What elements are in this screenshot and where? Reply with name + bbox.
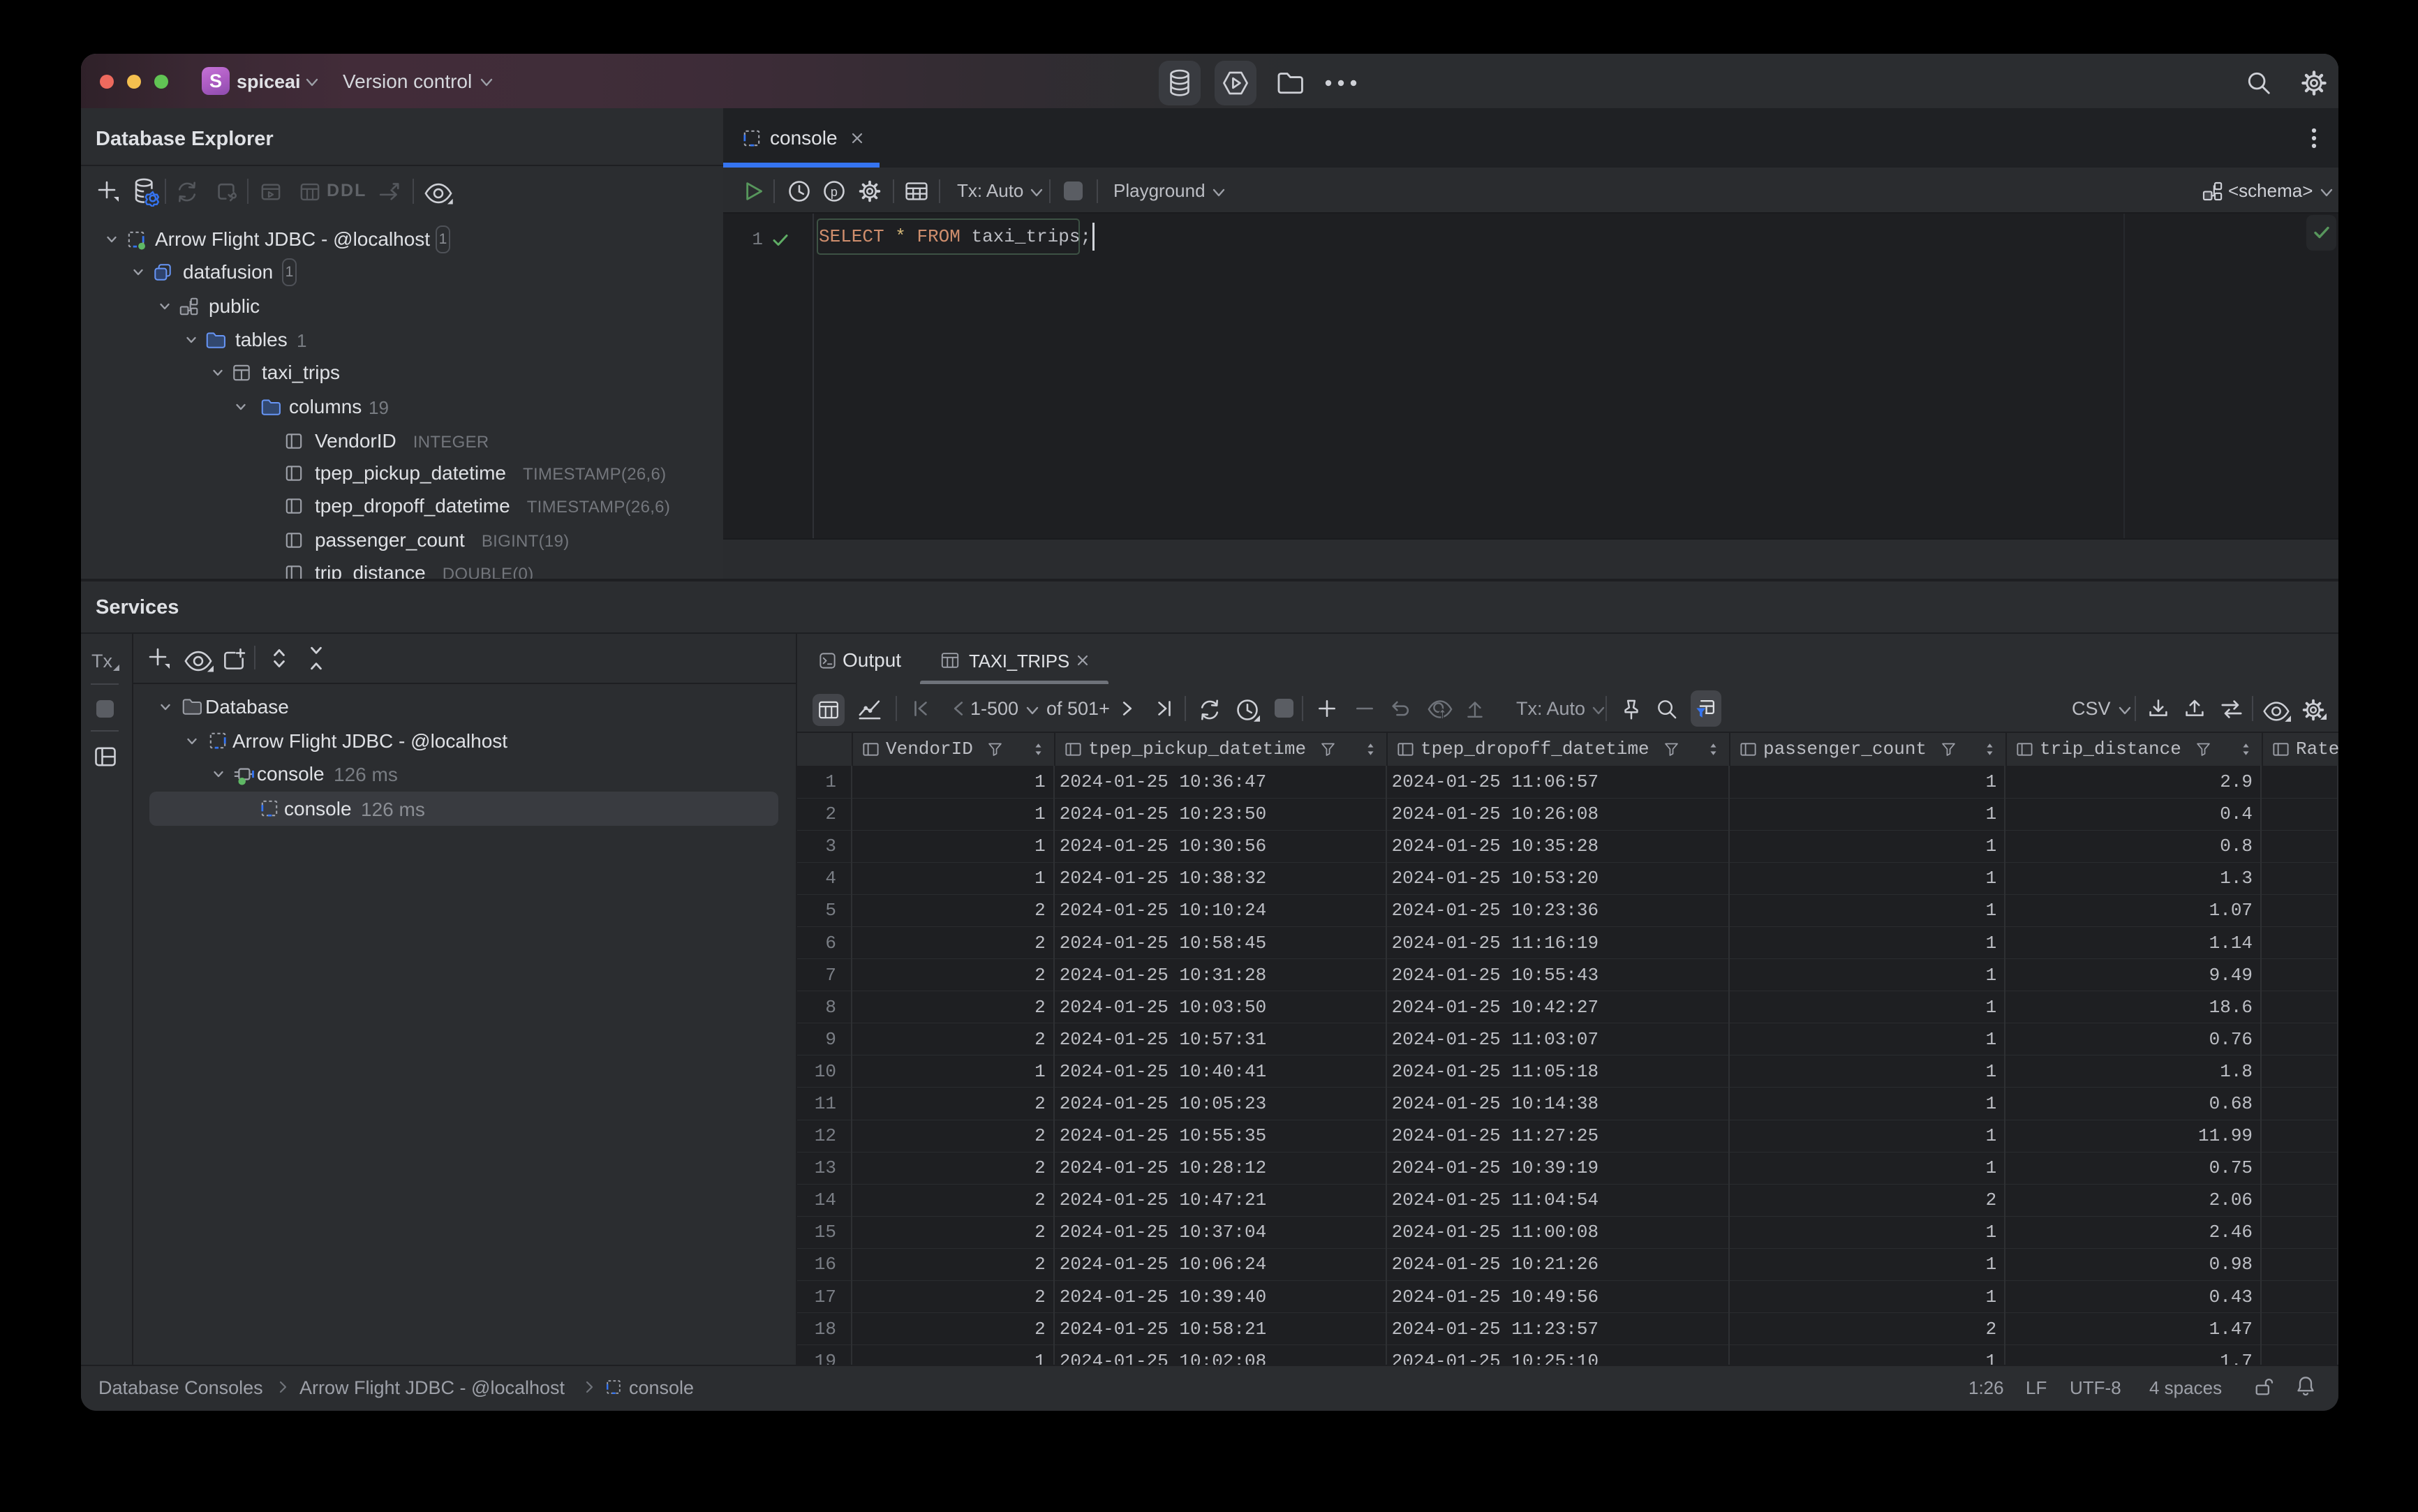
svg-text:p: p bbox=[831, 185, 838, 199]
